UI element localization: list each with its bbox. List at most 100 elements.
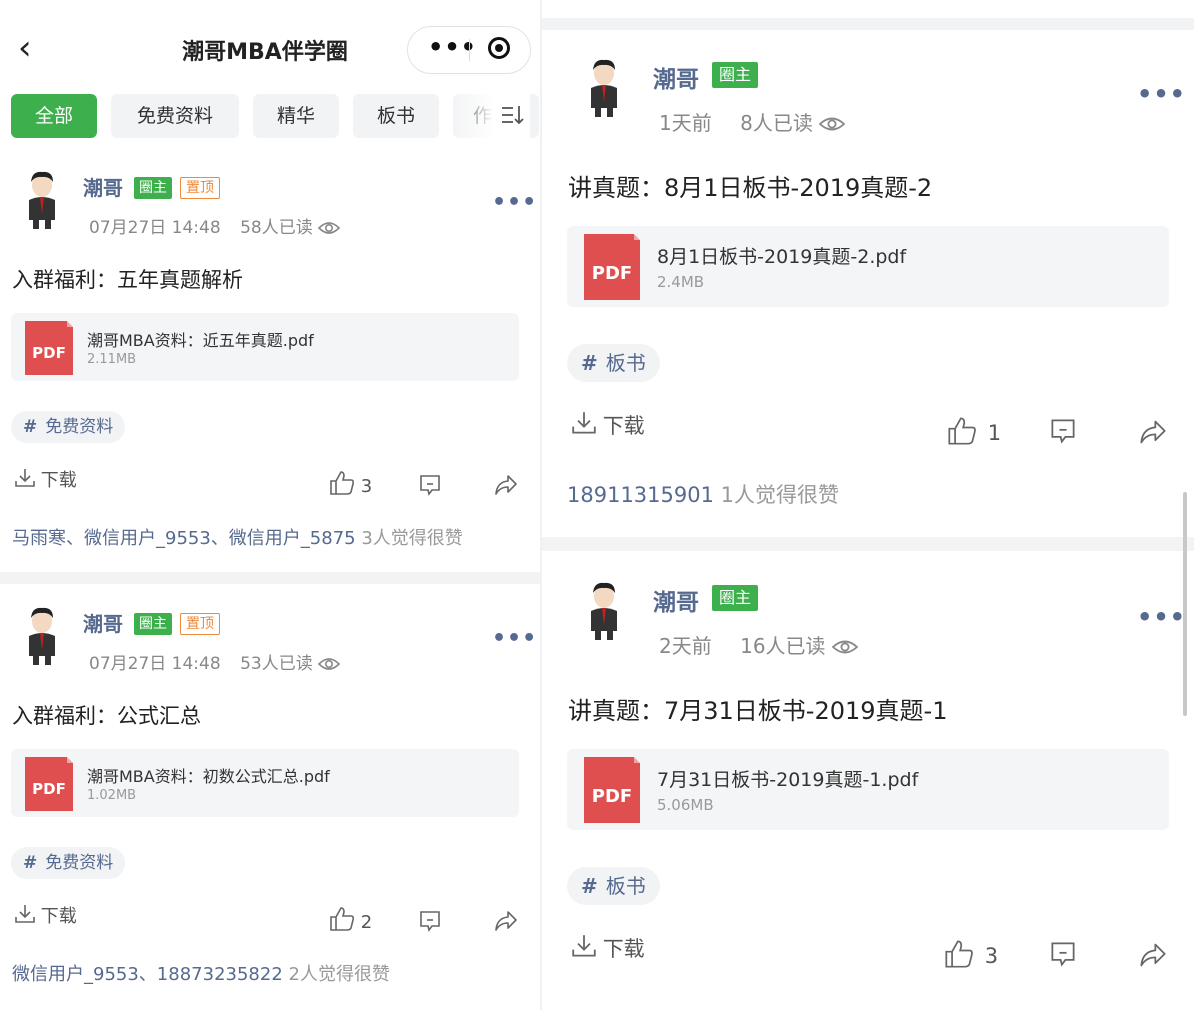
tab-free-materials[interactable]: 免费资料 (111, 94, 239, 138)
topic-tag[interactable]: # 免费资料 (11, 847, 126, 879)
file-attachment[interactable]: PDF 7月31日板书-2019真题-1.pdf 5.06MB (567, 749, 1169, 830)
share-icon[interactable] (1139, 942, 1167, 968)
tab-all[interactable]: 全部 (11, 94, 97, 138)
download-icon (15, 904, 35, 924)
read-count: 58人已读 (240, 218, 313, 238)
hash-icon: # (23, 417, 38, 437)
file-name: 8月1日板书-2019真题-2.pdf (657, 246, 907, 268)
likers-names[interactable]: 马雨寒、微信用户_9553、微信用户_5875 (12, 528, 356, 549)
file-size: 2.11MB (87, 352, 137, 367)
post-title[interactable]: 讲真题：8月1日板书-2019真题-2 (568, 168, 932, 203)
likers-line: 18911315901 1人觉得很赞 (567, 479, 839, 509)
eye-icon (318, 656, 341, 672)
share-icon[interactable] (494, 910, 518, 932)
comment-icon[interactable] (1050, 941, 1076, 967)
pdf-icon: PDF (25, 321, 73, 375)
avatar[interactable] (582, 58, 626, 118)
likers-line: 马雨寒、微信用户_9553、微信用户_5875 3人觉得很赞 (12, 524, 463, 550)
capsule-divider (469, 39, 470, 61)
likers-names[interactable]: 18911315901 (567, 483, 714, 507)
file-attachment[interactable]: PDF 潮哥MBA资料：近五年真题.pdf 2.11MB (11, 313, 519, 381)
post-title[interactable]: 入群福利：公式汇总 (12, 700, 201, 730)
tag-label: 板书 (605, 351, 646, 375)
more-options-icon[interactable]: ••• (492, 626, 537, 651)
topic-tag[interactable]: # 板书 (567, 344, 660, 382)
thumbs-up-icon (944, 939, 974, 969)
post-separator (542, 537, 1194, 551)
comment-icon[interactable] (1050, 418, 1076, 444)
post-meta: 07月27日 14:48 53人已读 (89, 649, 341, 674)
thumbs-up-icon (947, 416, 977, 446)
author-name[interactable]: 潮哥 (653, 60, 699, 94)
like-count: 3 (984, 944, 999, 968)
file-name: 7月31日板书-2019真题-1.pdf (657, 769, 919, 791)
pinned-badge: 置顶 (180, 177, 220, 199)
avatar[interactable] (582, 581, 626, 641)
share-icon[interactable] (494, 474, 518, 496)
avatar[interactable] (20, 170, 64, 230)
more-options-icon[interactable]: ••• (1137, 80, 1186, 108)
owner-badge: 圈主 (712, 585, 758, 611)
file-attachment[interactable]: PDF 8月1日板书-2019真题-2.pdf 2.4MB (567, 226, 1169, 307)
like-button[interactable]: 3 (944, 939, 998, 969)
download-label: 下载 (40, 906, 77, 927)
file-attachment[interactable]: PDF 潮哥MBA资料：初数公式汇总.pdf 1.02MB (11, 749, 519, 817)
like-count: 3 (360, 476, 373, 497)
file-size: 5.06MB (657, 796, 714, 814)
post-separator (0, 572, 540, 584)
like-button[interactable]: 2 (329, 906, 372, 933)
post-title[interactable]: 入群福利：五年真题解析 (12, 264, 243, 294)
download-icon (572, 934, 596, 958)
post-meta: 1天前 8人已读 (659, 107, 846, 136)
tab-featured[interactable]: 精华 (253, 94, 339, 138)
eye-icon (318, 220, 341, 236)
sort-icon[interactable] (500, 104, 524, 126)
download-button[interactable]: 下载 (15, 466, 77, 492)
download-button[interactable]: 下载 (572, 410, 645, 440)
thumbs-up-icon (329, 470, 355, 496)
comment-icon[interactable] (419, 474, 441, 496)
author-name[interactable]: 潮哥 (83, 172, 123, 201)
likes-suffix: 2人觉得很赞 (288, 964, 390, 985)
tag-label: 板书 (605, 874, 646, 898)
download-button[interactable]: 下载 (15, 902, 77, 928)
post-meta: 2天前 16人已读 (659, 630, 858, 659)
pdf-icon: PDF (584, 757, 640, 823)
topic-tag[interactable]: # 板书 (567, 867, 660, 905)
like-button[interactable]: 3 (329, 470, 372, 497)
eye-icon (819, 115, 846, 133)
download-button[interactable]: 下载 (572, 933, 645, 963)
more-options-icon[interactable]: ••• (1137, 603, 1186, 631)
likes-suffix: 3人觉得很赞 (361, 528, 463, 549)
close-target-icon[interactable] (488, 37, 510, 59)
pdf-icon: PDF (25, 757, 73, 811)
post-title[interactable]: 讲真题：7月31日板书-2019真题-1 (568, 691, 947, 726)
file-name: 潮哥MBA资料：近五年真题.pdf (87, 331, 314, 350)
tag-label: 免费资料 (45, 417, 114, 437)
file-size: 1.02MB (87, 788, 137, 803)
post-date: 1天前 (659, 111, 712, 135)
comment-icon[interactable] (419, 910, 441, 932)
more-options-icon[interactable]: ••• (492, 190, 537, 215)
post-separator (542, 18, 1194, 30)
eye-icon (831, 638, 858, 656)
topic-tag[interactable]: # 免费资料 (11, 411, 126, 443)
download-label: 下载 (602, 414, 645, 438)
avatar[interactable] (20, 606, 64, 666)
hash-icon: # (581, 351, 598, 375)
author-name[interactable]: 潮哥 (83, 608, 123, 637)
like-button[interactable]: 1 (947, 416, 1001, 446)
pinned-badge: 置顶 (180, 613, 220, 635)
owner-badge: 圈主 (134, 177, 172, 199)
mini-program-capsule: ••• (407, 26, 531, 74)
read-count: 8人已读 (740, 111, 813, 135)
author-name[interactable]: 潮哥 (653, 583, 699, 617)
likers-names[interactable]: 微信用户_9553、18873235822 (12, 964, 283, 985)
scrollbar[interactable] (1183, 492, 1187, 716)
share-icon[interactable] (1139, 419, 1167, 445)
post-meta: 07月27日 14:48 58人已读 (89, 213, 341, 238)
likers-line: 微信用户_9553、18873235822 2人觉得很赞 (12, 960, 390, 986)
like-count: 2 (360, 912, 373, 933)
thumbs-up-icon (329, 906, 355, 932)
tab-blackboard[interactable]: 板书 (353, 94, 439, 138)
